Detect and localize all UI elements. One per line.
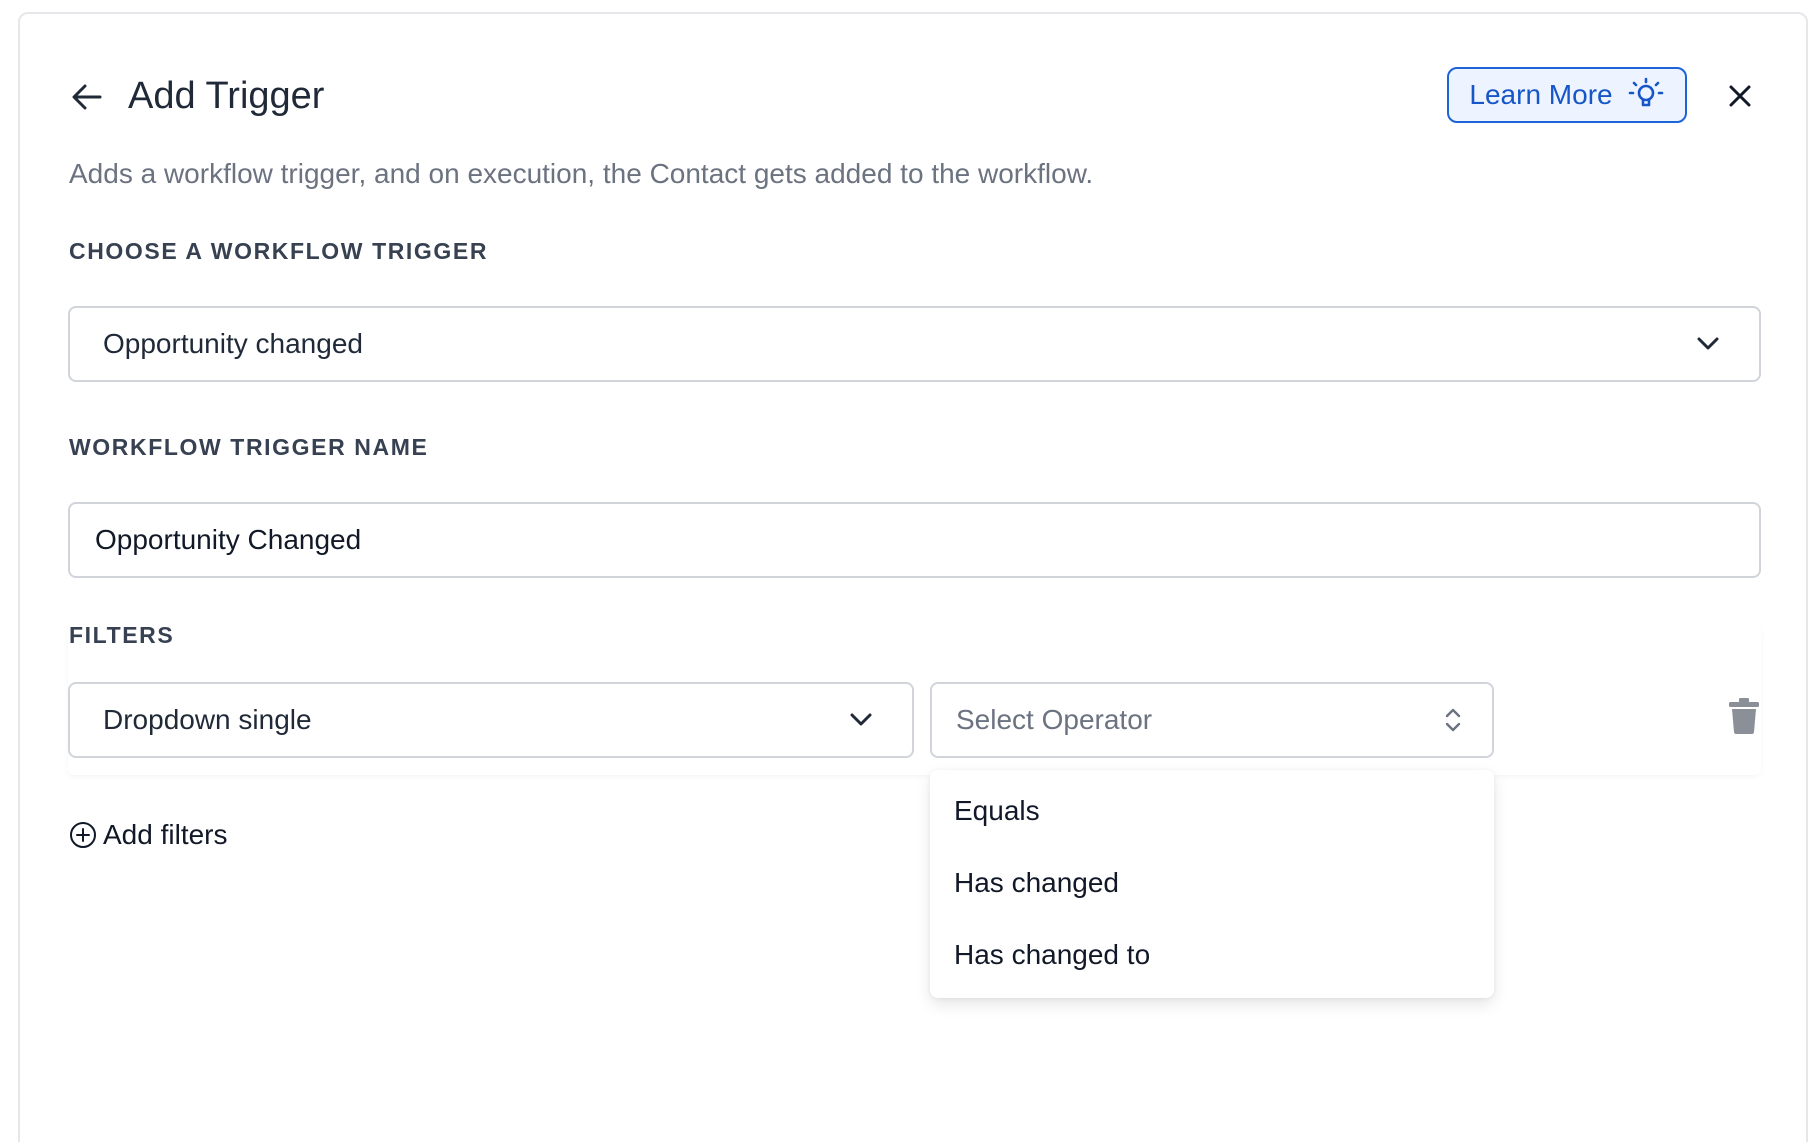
operator-option-has-changed[interactable]: Has changed xyxy=(954,866,1119,900)
lightbulb-icon xyxy=(1628,77,1663,107)
plus-circle-icon xyxy=(70,822,96,848)
trigger-name-field xyxy=(68,502,1761,578)
description-text: Adds a workflow trigger, and on executio… xyxy=(69,158,1094,189)
trash-icon xyxy=(1729,698,1759,734)
choose-trigger-label: CHOOSE A WORKFLOW TRIGGER xyxy=(69,238,489,264)
filter-field-value: Dropdown single xyxy=(103,704,312,735)
operator-select[interactable]: Select Operator xyxy=(930,682,1494,758)
chevron-down-icon xyxy=(848,707,874,733)
operator-option-has-changed-to[interactable]: Has changed to xyxy=(954,938,1150,972)
learn-more-label: Learn More xyxy=(1469,79,1613,110)
operator-option-equals[interactable]: Equals xyxy=(954,794,1040,828)
delete-filter-button[interactable] xyxy=(1727,696,1761,736)
chevron-up-down-icon xyxy=(1440,707,1466,733)
back-button[interactable] xyxy=(70,80,104,114)
trigger-name-input[interactable] xyxy=(95,524,1695,556)
operator-placeholder: Select Operator xyxy=(956,704,1153,735)
close-icon xyxy=(1729,85,1751,107)
add-filters-label: Add filters xyxy=(103,819,228,850)
chevron-down-icon xyxy=(1695,331,1721,357)
trigger-select[interactable]: Opportunity changed xyxy=(68,306,1761,382)
close-button[interactable] xyxy=(1722,78,1758,114)
filter-field-select[interactable]: Dropdown single xyxy=(68,682,914,758)
page-title: Add Trigger xyxy=(128,75,325,117)
trigger-name-label: WORKFLOW TRIGGER NAME xyxy=(69,434,429,460)
add-filters-button[interactable]: Add filters xyxy=(69,819,228,851)
operator-dropdown-menu: Equals Has changed Has changed to xyxy=(930,770,1494,998)
trigger-select-value: Opportunity changed xyxy=(103,328,363,359)
arrow-left-icon xyxy=(72,84,102,110)
learn-more-button[interactable]: Learn More xyxy=(1447,67,1687,123)
